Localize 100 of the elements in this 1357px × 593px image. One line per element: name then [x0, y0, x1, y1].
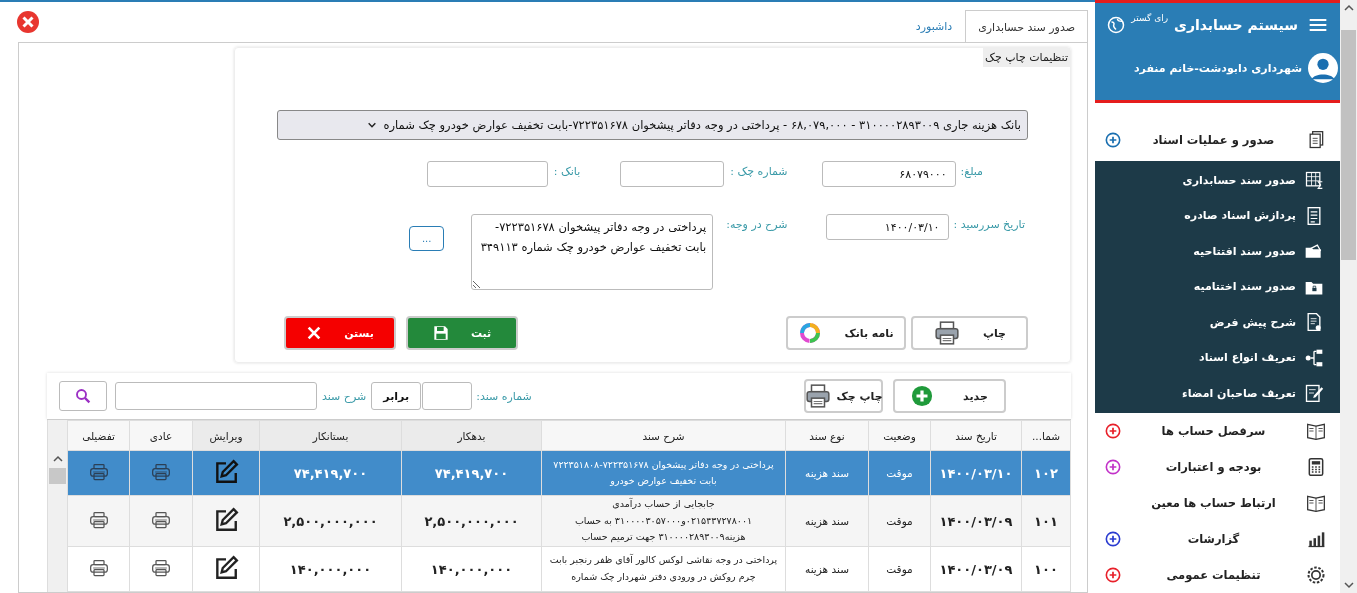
field-label: شماره چک :	[730, 165, 788, 178]
tab[interactable]: صدور سند حسابداری	[965, 10, 1088, 43]
brand-name: رای گستر	[1131, 13, 1169, 23]
operator-button[interactable]: برابر	[371, 382, 422, 411]
table-cell: ۷۴,۴۱۹,۷۰۰	[259, 450, 402, 496]
column-header[interactable]: نوع سند	[785, 420, 869, 451]
scrollbar-thumb[interactable]	[49, 468, 66, 485]
submenu-item[interactable]: پردازش اسناد صادره	[1095, 198, 1340, 234]
bank-field[interactable]	[426, 161, 548, 187]
due-date-field[interactable]: ۱۴۰۰/۰۳/۱۰	[825, 214, 949, 240]
expand-icon[interactable]	[1105, 423, 1121, 439]
table-cell: موقت	[868, 546, 931, 592]
table-cell: سند هزینه	[785, 546, 869, 592]
save-button[interactable]: ثبت	[406, 316, 518, 350]
field-label: شرح سند	[322, 389, 367, 403]
close-button[interactable]: بستن	[284, 316, 396, 350]
menu-item[interactable]: سرفصل حساب ها	[1095, 413, 1340, 449]
menu-item[interactable]: صدور و عملیات اسناد	[1095, 118, 1340, 161]
submenu-item[interactable]: شرح پیش فرض	[1095, 304, 1340, 340]
scrollbar-thumb[interactable]	[1341, 30, 1356, 260]
document-number-field[interactable]	[422, 382, 473, 411]
scroll-up-icon[interactable]	[53, 455, 63, 464]
print-check-button[interactable]: چاپ چک	[804, 379, 883, 414]
field-label: شماره سند:	[476, 389, 532, 403]
book-icon	[1306, 493, 1326, 513]
column-header[interactable]: تفضیلی	[67, 420, 130, 451]
table-row[interactable]: ۱۰۱ ۱۴۰۰/۰۳/۰۹ موقت سند هزینه جابجایی از حساب درآمدی ۰۲۱۵۴۳۷۲۷۸۰۰۱و۳۱۰۰۰۰۳۰۵۷۰۰۰ به حساب هزینه۳۱۰۰۰۰۲۸۹۳۰۰۹ جهت ترمیم حساب ۲,۵۰۰,۰۰۰,۰۰۰ ۲,۵۰۰,۰۰۰,۰۰۰	[67, 495, 1071, 547]
menu-item[interactable]: بودجه و اعتبارات	[1095, 449, 1340, 485]
table-cell: سند هزینه	[785, 450, 869, 496]
table-cell: پرداختی در وجه نقاشی لوکس کالور آقای ظفر رنجبر بابت چرم روکش در ورودی دفتر شهردار چک شماره	[541, 546, 786, 592]
column-header[interactable]: بستانکار	[259, 420, 402, 451]
column-header[interactable]: شرح سند	[541, 420, 786, 451]
globe-icon	[1107, 16, 1126, 34]
expand-icon[interactable]	[1105, 131, 1121, 148]
edit-icon[interactable]	[213, 555, 239, 581]
submenu-item[interactable]: تعریف صاحبان امضاء	[1095, 375, 1340, 411]
submenu-item[interactable]: صدور سند حسابداری	[1095, 162, 1340, 198]
menu-item[interactable]: گزارشات	[1095, 521, 1340, 557]
bank-letter-button[interactable]: نامه بانک	[786, 316, 906, 350]
check-number-field[interactable]	[620, 161, 725, 187]
expand-icon[interactable]	[1105, 459, 1121, 475]
user-name: شهرداری دابودشت-خانم منفرد	[1133, 61, 1302, 75]
submenu-item[interactable]: تعریف انواع اسناد	[1095, 340, 1340, 376]
table-cell: ۷۴,۴۱۹,۷۰۰	[401, 450, 542, 496]
more-button[interactable]: ...	[409, 226, 445, 251]
table-cell: موقت	[868, 495, 931, 547]
table-cell: ۱۴۰۰/۰۳/۱۰	[930, 450, 1022, 496]
column-header[interactable]: ویرایش	[192, 420, 260, 451]
edit-icon[interactable]	[213, 507, 239, 534]
table-cell: موقت	[868, 450, 931, 496]
printer-icon	[804, 383, 833, 410]
submenu-item[interactable]: صدور سند افتتاحیه	[1095, 233, 1340, 269]
printer-icon[interactable]	[149, 462, 173, 483]
close-icon[interactable]	[16, 10, 40, 34]
field-label: تاریخ سررسید :	[953, 218, 1025, 231]
column-header[interactable]: عادی	[129, 420, 193, 451]
table-cell: ۲,۵۰۰,۰۰۰,۰۰۰	[259, 495, 402, 547]
table-row[interactable]: ۱۰۲ ۱۴۰۰/۰۳/۱۰ موقت سند هزینه پرداختی در وجه دفاتر پیشخوان ۷۲۲۳۵۱۶۷۸-۷۲۲۳۵۱۸۰۸ بابت تخفیف عوارض خودرو ۷۴,۴۱۹,۷۰۰ ۷۴,۴۱۹,۷۰۰	[67, 450, 1071, 496]
column-header[interactable]: وضعیت	[868, 420, 931, 451]
new-button[interactable]: جدید	[893, 379, 1006, 414]
menu-item[interactable]: ارتباط حساب ها معین	[1095, 485, 1340, 521]
search-icon	[74, 387, 92, 406]
close-icon	[306, 325, 323, 341]
scroll-down-icon[interactable]	[1343, 581, 1354, 589]
scroll-up-icon[interactable]	[1343, 4, 1354, 12]
search-button[interactable]	[59, 381, 107, 412]
table-cell: سند هزینه	[785, 495, 869, 547]
table-row[interactable]: ۱۰۰ ۱۴۰۰/۰۳/۰۹ موقت سند هزینه پرداختی در وجه نقاشی لوکس کالور آقای ظفر رنجبر بابت چرم روکش در ورودی دفتر شهردار چک شماره ۱۴۰,۰۰۰,۰۰۰ ۱۴۰,۰۰۰,۰۰۰	[67, 546, 1071, 592]
table-cell: ۱۴۰,۰۰۰,۰۰۰	[259, 546, 402, 592]
scrollbar[interactable]	[1340, 0, 1357, 593]
submenu-item[interactable]: صدور سند اختتامیه	[1095, 269, 1340, 305]
column-header[interactable]: تاریخ سند	[930, 420, 1022, 451]
printer-icon[interactable]	[149, 558, 173, 578]
calculator-icon	[1306, 457, 1326, 477]
scrollbar[interactable]	[47, 420, 67, 592]
table-cell: جابجایی از حساب درآمدی ۰۲۱۵۴۳۷۲۷۸۰۰۱و۳۱۰۰۰۰۳۰۵۷۰۰۰ به حساب هزینه۳۱۰۰۰۰۲۸۹۳۰۰۹ جهت ترمیم حساب	[541, 495, 786, 547]
print-button[interactable]: چاپ	[911, 316, 1028, 350]
plus-icon	[911, 385, 934, 408]
field-label: شرح در وجه:	[726, 218, 788, 231]
table-cell: ۱۴۰۰/۰۳/۰۹	[930, 546, 1022, 592]
expand-icon[interactable]	[1105, 567, 1121, 583]
avatar-icon	[1308, 53, 1338, 83]
menu-item[interactable]: تنظیمات عمومی	[1095, 557, 1340, 593]
description-search-field[interactable]	[115, 382, 317, 411]
account-select[interactable]: بانک هزینه جاری ۳۱۰۰۰۰۲۸۹۳۰۰۹ - ۶۸,۰۷۹,۰۰۰ - پرداختی در وجه دفاتر پیشخوان ۷۲۲۳۵۱۶۷۸-بابت تخفیف عوارض خودرو چک شماره	[277, 110, 1028, 140]
tab[interactable]: داشبورد	[902, 10, 966, 42]
column-header[interactable]: شما...	[1021, 420, 1071, 451]
expand-icon[interactable]	[1105, 531, 1121, 547]
table-cell: پرداختی در وجه دفاتر پیشخوان ۷۲۲۳۵۱۶۷۸-۷۲۲۳۵۱۸۰۸ بابت تخفیف عوارض خودرو	[541, 450, 786, 496]
spreadsheet-icon	[1304, 170, 1324, 191]
refresh-icon	[798, 321, 823, 345]
printer-icon[interactable]	[149, 510, 173, 531]
table-cell: ۱۴۰,۰۰۰,۰۰۰	[401, 546, 542, 592]
amount-field[interactable]: ۶۸۰۷۹۰۰۰	[821, 161, 956, 187]
column-header[interactable]: بدهکار	[401, 420, 542, 451]
table-cell: ۲,۵۰۰,۰۰۰,۰۰۰	[401, 495, 542, 547]
payee-field[interactable]: پرداختی در وجه دفاتر پیشخوان ۷۲۲۳۵۱۶۷۸-بابت تخفیف عوارض خودرو چک شماره ۳۴۹۱۱۳	[471, 214, 714, 290]
table-cell: ۱۰۲	[1021, 450, 1071, 496]
gear-icon	[1306, 565, 1326, 585]
printer-icon	[932, 320, 961, 346]
